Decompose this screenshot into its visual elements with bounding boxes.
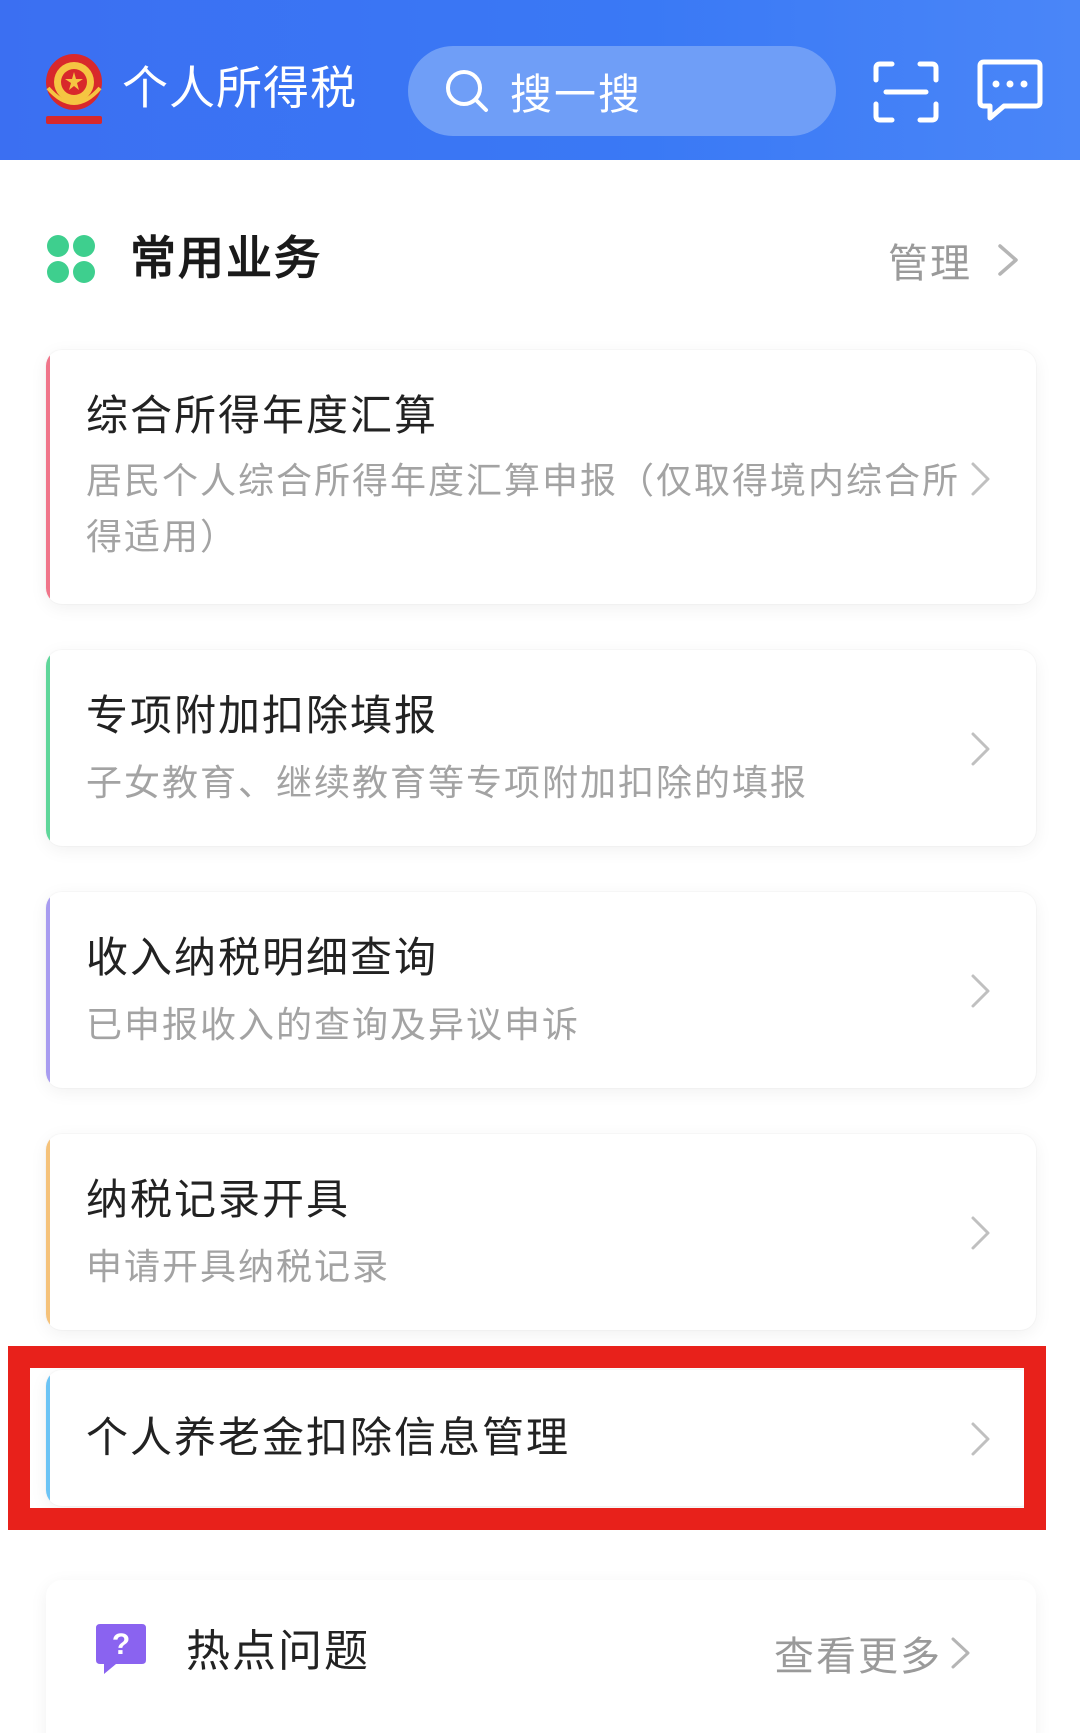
national-emblem-icon bbox=[46, 54, 102, 124]
chevron-right-icon bbox=[998, 244, 1018, 276]
card-accent bbox=[46, 1134, 50, 1330]
hot-questions-title: 热点问题 bbox=[186, 1626, 370, 1677]
highlight-box bbox=[8, 1346, 1046, 1530]
card-accent bbox=[46, 350, 50, 604]
hot-questions-card: ? 热点问题 查看更多 bbox=[46, 1580, 1036, 1733]
card-description: 居民个人综合所得年度汇算申报（仅取得境内综合所得适用） bbox=[86, 461, 961, 558]
card-title: 综合所得年度汇算 bbox=[86, 391, 439, 440]
service-card-annual-settlement[interactable]: 综合所得年度汇算 居民个人综合所得年度汇算申报（仅取得境内综合所得适用） bbox=[46, 350, 1036, 604]
chevron-right-icon bbox=[951, 1637, 970, 1669]
service-card-tax-record[interactable]: 纳税记录开具 申请开具纳税记录 bbox=[46, 1134, 1036, 1330]
chevron-right-icon bbox=[971, 732, 990, 766]
card-description: 已申报收入的查询及异议申诉 bbox=[86, 1005, 581, 1046]
card-description: 申请开具纳税记录 bbox=[86, 1247, 391, 1288]
search-input[interactable]: 搜一搜 bbox=[408, 46, 836, 136]
question-icon: ? bbox=[96, 1624, 146, 1674]
grid-icon bbox=[47, 235, 95, 283]
chevron-right-icon bbox=[971, 1216, 990, 1250]
app-header: 个人所得税 搜一搜 bbox=[0, 0, 1080, 160]
card-title: 收入纳税明细查询 bbox=[86, 933, 439, 982]
message-icon[interactable] bbox=[976, 58, 1044, 122]
section-title: 常用业务 bbox=[130, 231, 322, 285]
manage-button[interactable]: 管理 bbox=[888, 232, 1022, 288]
card-title: 专项附加扣除填报 bbox=[86, 691, 439, 740]
service-card-special-deduction[interactable]: 专项附加扣除填报 子女教育、继续教育等专项附加扣除的填报 bbox=[46, 650, 1036, 846]
service-card-income-query[interactable]: 收入纳税明细查询 已申报收入的查询及异议申诉 bbox=[46, 892, 1036, 1088]
chevron-right-icon bbox=[971, 462, 990, 496]
card-title: 纳税记录开具 bbox=[86, 1175, 351, 1224]
card-accent bbox=[46, 650, 50, 846]
card-description: 子女教育、继续教育等专项附加扣除的填报 bbox=[86, 763, 809, 804]
svg-text:?: ? bbox=[112, 1628, 130, 1661]
app-title: 个人所得税 bbox=[122, 61, 357, 115]
search-icon bbox=[446, 70, 488, 112]
search-placeholder: 搜一搜 bbox=[510, 69, 643, 119]
view-more-button[interactable]: 查看更多 bbox=[774, 1624, 974, 1682]
manage-label: 管理 bbox=[888, 241, 972, 287]
scan-icon[interactable] bbox=[872, 60, 940, 124]
card-accent bbox=[46, 892, 50, 1088]
view-more-label: 查看更多 bbox=[774, 1634, 942, 1680]
chevron-right-icon bbox=[971, 974, 990, 1008]
